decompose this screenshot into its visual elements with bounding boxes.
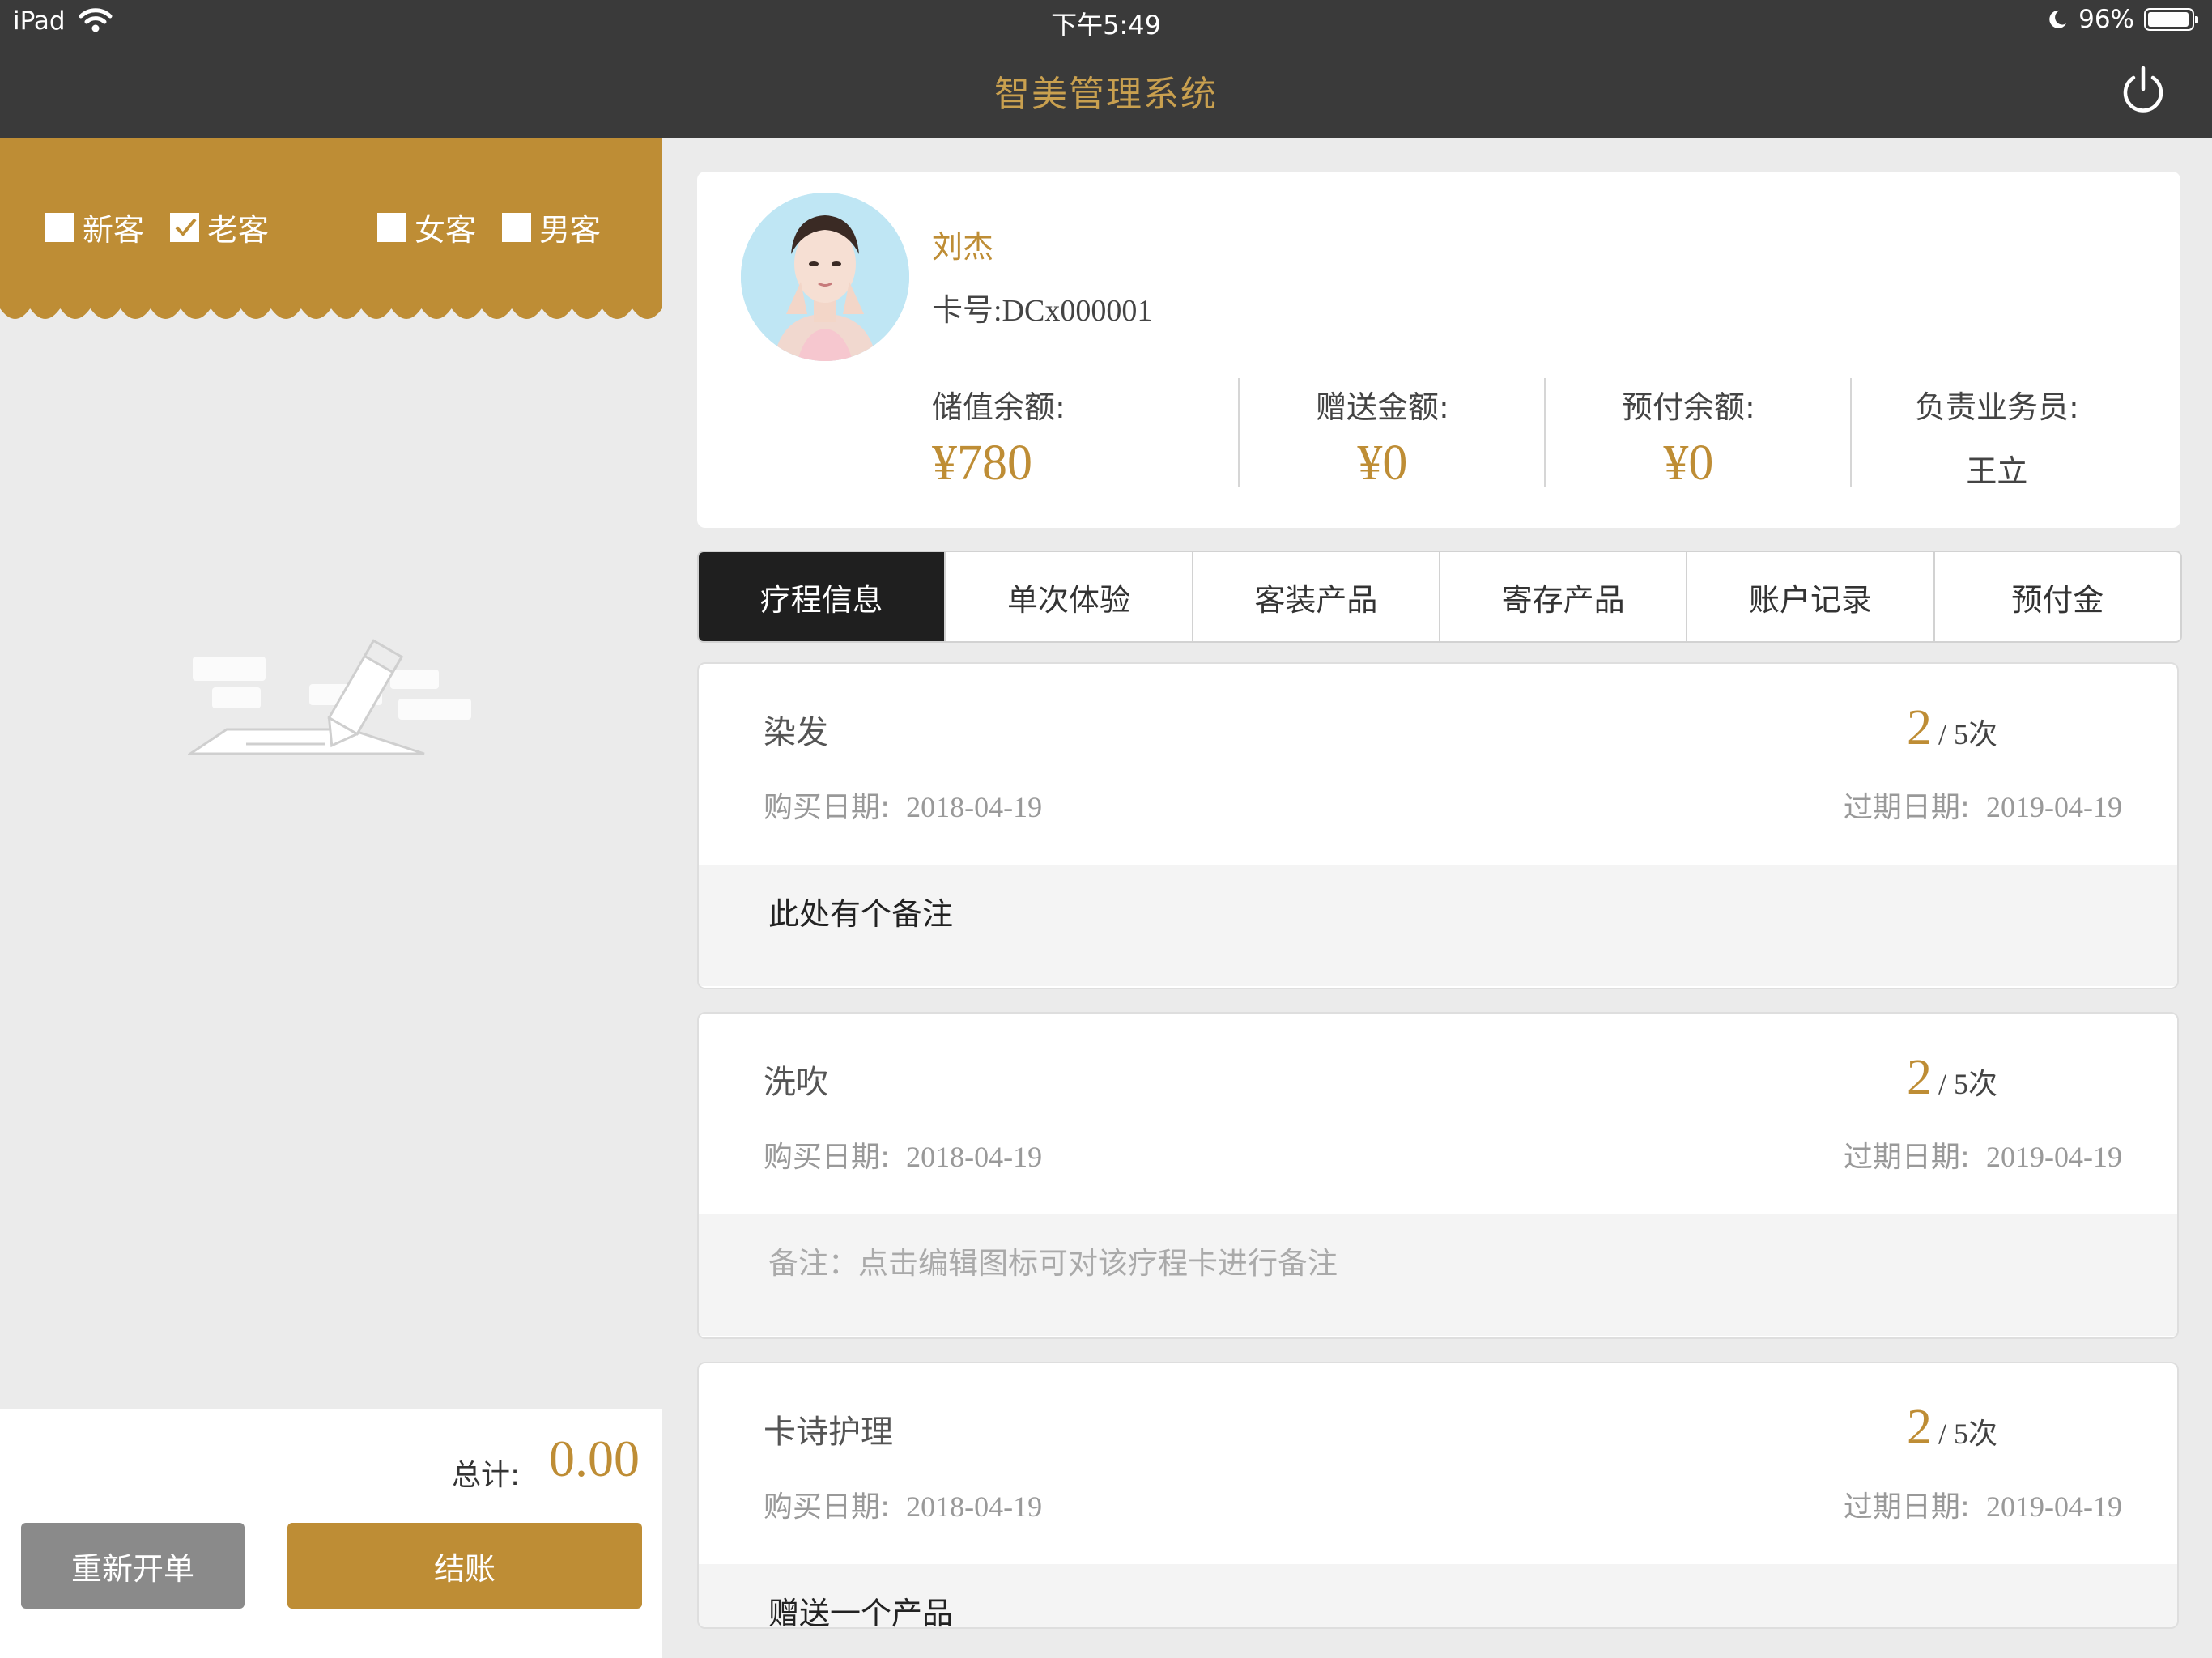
course-note-area[interactable]: 此处有个备注 <box>699 865 2177 986</box>
customer-card: 刘杰 卡号:DCx000001 储值余额: ¥780 赠送金额: ¥0 预付余额… <box>697 172 2180 528</box>
expiry-date: 过期日期: 2019-04-19 <box>1843 791 2122 824</box>
course-total-count: / 5次 <box>1938 1068 1997 1100</box>
card-number: 卡号:DCx000001 <box>932 294 1153 328</box>
divider <box>1850 378 1852 487</box>
course-usage: 2 / 5次 <box>1907 1049 1997 1107</box>
course-note: 赠送一个产品 <box>768 1596 954 1629</box>
expiry-date: 过期日期: 2019-04-19 <box>1843 1141 2122 1174</box>
prepaid-balance: 预付余额: ¥0 <box>1622 389 1755 491</box>
tab-single-trial[interactable]: 单次体验 <box>944 552 1191 641</box>
purchase-date: 购买日期: 2018-04-19 <box>764 1141 1043 1174</box>
course-note-placeholder: 备注：点击编辑图标可对该疗程卡进行备注 <box>768 1246 1338 1281</box>
course-card[interactable]: 染发 2 / 5次 购买日期: 2018-04-19 过期日期: 2019-04-1… <box>697 662 2179 989</box>
divider <box>1238 378 1240 487</box>
wavy-divider <box>0 300 662 319</box>
total-value: 0.00 <box>549 1430 640 1487</box>
course-note-area[interactable]: 赠送一个产品 <box>699 1564 2177 1629</box>
filter-new-customer[interactable]: 新客 <box>45 205 144 249</box>
empty-cart-illustration <box>188 639 471 755</box>
expiry-date: 过期日期: 2019-04-19 <box>1843 1490 2122 1524</box>
course-card[interactable]: 洗吹 2 / 5次 购买日期: 2018-04-19 过期日期: 2019-04-1… <box>697 1012 2179 1339</box>
course-usage: 2 / 5次 <box>1907 1399 1997 1456</box>
checkbox[interactable] <box>45 212 74 242</box>
course-used-count: 2 <box>1906 700 1932 755</box>
power-icon[interactable] <box>2120 65 2167 115</box>
clock: 下午5:49 <box>1051 10 1161 40</box>
stored-balance: 储值余额: ¥780 <box>932 389 1066 491</box>
course-used-count: 2 <box>1906 1400 1932 1455</box>
moon-icon <box>2049 10 2067 28</box>
filter-female[interactable]: 女客 <box>377 205 476 249</box>
tab-account-records[interactable]: 账户记录 <box>1686 552 1933 641</box>
gift-balance-value: ¥0 <box>1357 436 1408 491</box>
tab-course-info[interactable]: 疗程信息 <box>699 552 945 641</box>
course-name: 卡诗护理 <box>764 1414 893 1451</box>
filter-male[interactable]: 男客 <box>502 205 601 249</box>
customer-name: 刘杰 <box>932 229 994 265</box>
course-name: 洗吹 <box>764 1064 828 1101</box>
battery-icon <box>2144 8 2198 31</box>
course-used-count: 2 <box>1906 1050 1932 1105</box>
tab-prepayment[interactable]: 预付金 <box>1933 552 2180 641</box>
divider <box>1544 378 1546 487</box>
course-note: 此处有个备注 <box>768 896 954 932</box>
cart-panel: 新客 老客 女客 男客 总计: 0.00 重新开单 结账 <box>0 138 662 1658</box>
filter-returning-customer[interactable]: 老客 <box>170 205 269 249</box>
purchase-date: 购买日期: 2018-04-19 <box>764 791 1043 824</box>
prepaid-balance-value: ¥0 <box>1663 436 1714 491</box>
reset-order-button[interactable]: 重新开单 <box>21 1523 245 1609</box>
course-total-count: / 5次 <box>1938 718 1997 750</box>
course-total-count: / 5次 <box>1938 1418 1997 1450</box>
customer-avatar <box>741 193 909 361</box>
sales-rep-name: 王立 <box>1966 453 2028 489</box>
sales-rep: 负责业务员: 王立 <box>1915 389 2079 489</box>
course-note-area[interactable]: 备注：点击编辑图标可对该疗程卡进行备注 <box>699 1214 2177 1336</box>
tab-retail-products[interactable]: 客装产品 <box>1191 552 1439 641</box>
check-icon <box>175 218 197 236</box>
course-usage: 2 / 5次 <box>1907 699 1997 757</box>
tab-stored-products[interactable]: 寄存产品 <box>1438 552 1686 641</box>
course-name: 染发 <box>764 714 828 751</box>
stored-balance-value: ¥780 <box>932 436 1032 491</box>
cart-footer: 总计: 0.00 重新开单 结账 <box>0 1409 662 1658</box>
checkbox[interactable] <box>377 212 406 242</box>
course-card[interactable]: 卡诗护理 2 / 5次 购买日期: 2018-04-19 过期日期: 2019-04… <box>697 1362 2179 1629</box>
status-right: 96% <box>2046 5 2198 34</box>
checkbox[interactable] <box>502 212 531 242</box>
title-bar: iPad 下午5:49 96% 智美管理系统 <box>0 0 2212 138</box>
total-label: 总计: <box>452 1459 521 1492</box>
checkbox-checked[interactable] <box>170 212 199 242</box>
battery-percent: 96% <box>2078 5 2134 34</box>
gift-balance: 赠送金额: ¥0 <box>1316 389 1449 491</box>
app-title: 智美管理系统 <box>994 74 1218 115</box>
customer-filter-bar: 新客 老客 女客 男客 <box>0 138 662 300</box>
checkout-button[interactable]: 结账 <box>287 1523 642 1609</box>
detail-tabs: 疗程信息 单次体验 客装产品 寄存产品 账户记录 预付金 <box>697 551 2182 643</box>
purchase-date: 购买日期: 2018-04-19 <box>764 1490 1043 1524</box>
